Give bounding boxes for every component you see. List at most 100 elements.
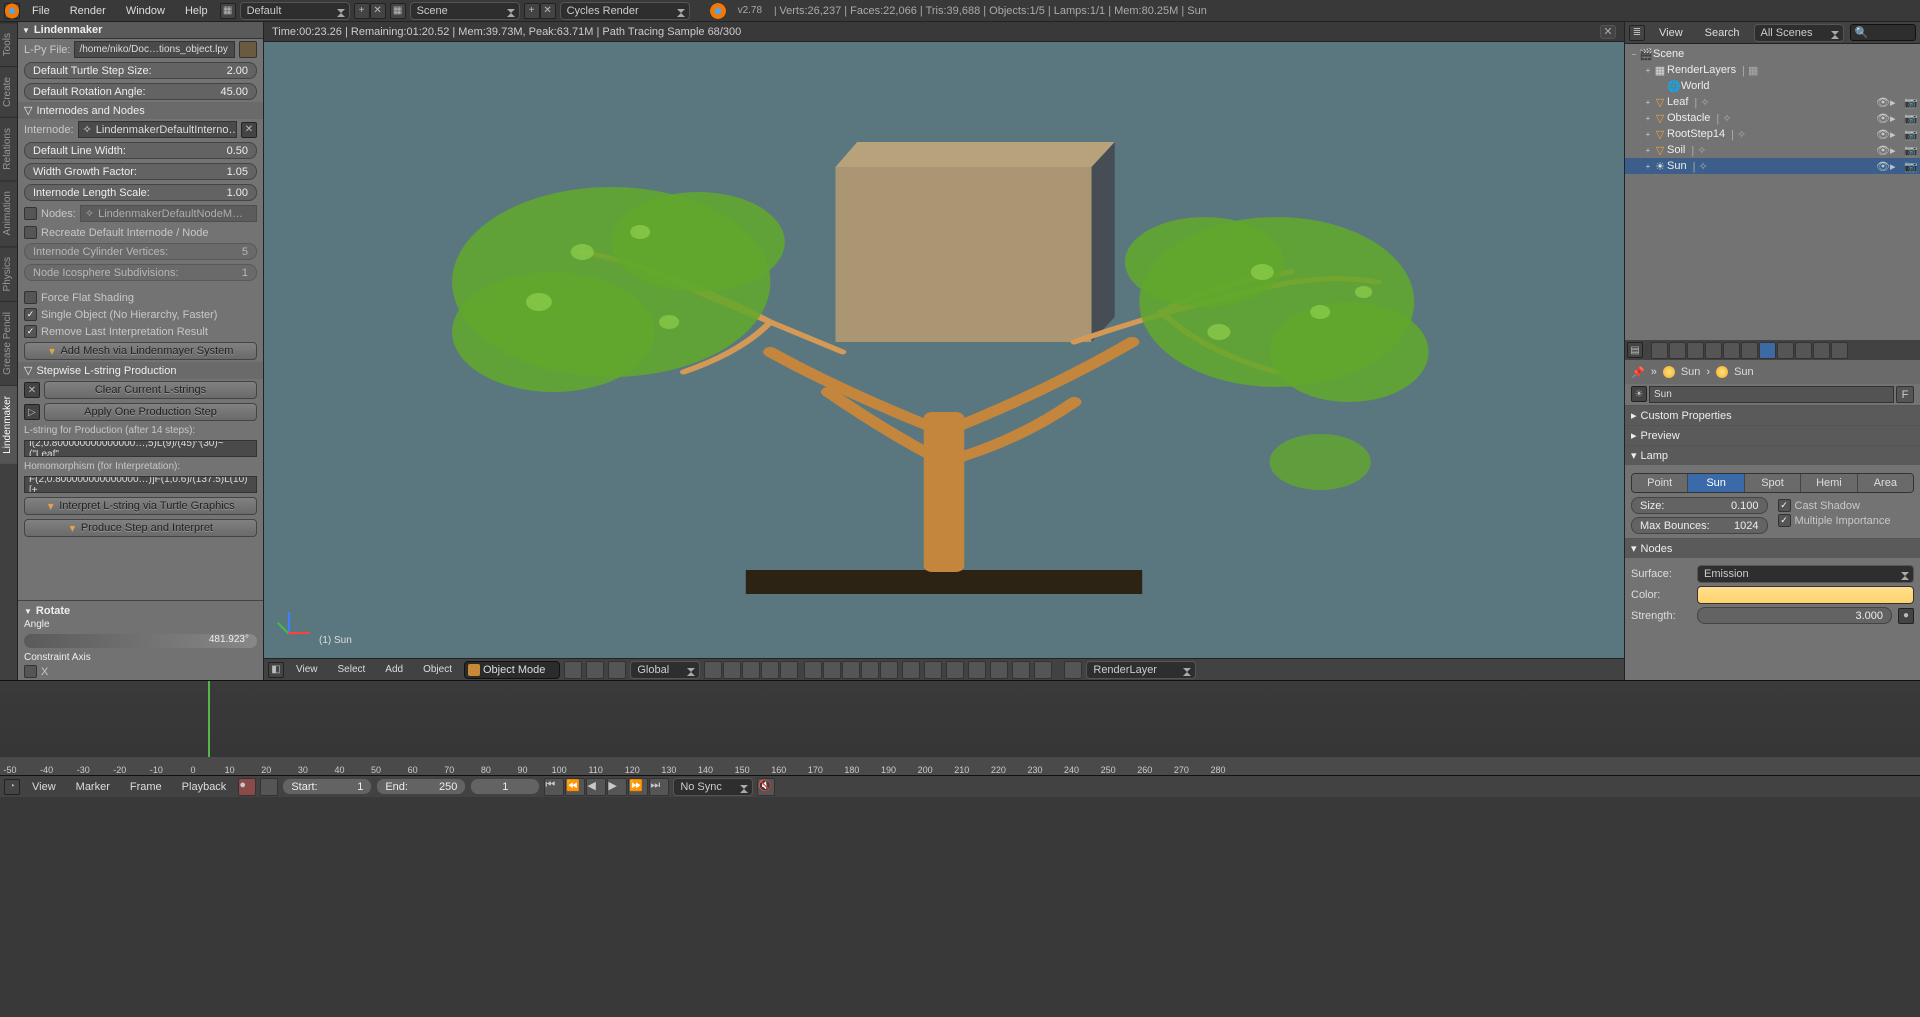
snap-element-icon[interactable] bbox=[968, 661, 986, 679]
produce-button[interactable]: Produce Step and Interpret bbox=[24, 519, 257, 537]
ctx-texture-icon[interactable] bbox=[1795, 342, 1812, 359]
lindenmaker-panel-header[interactable]: ▼Lindenmaker bbox=[18, 22, 263, 39]
rotation-angle-field[interactable]: Default Rotation Angle:45.00 bbox=[24, 83, 257, 100]
fake-user-button[interactable]: F bbox=[1896, 386, 1914, 403]
editor-type-icon[interactable] bbox=[4, 3, 20, 19]
homomorphism-field[interactable]: F(2,0.800000000000000…)]F(1,0.6)/(137.5)… bbox=[24, 476, 257, 493]
timeline-ruler[interactable]: -50-40-30-20-100102030405060708090100110… bbox=[0, 757, 1920, 775]
ctx-render-icon[interactable] bbox=[1651, 342, 1668, 359]
tree-row-soil[interactable]: +▽Soil| ✧👁▸📷 bbox=[1625, 142, 1920, 158]
render-engine-dropdown[interactable]: Cycles Render bbox=[560, 2, 690, 20]
keyframe-prev-icon[interactable]: ⏪ bbox=[565, 778, 585, 796]
tab-grease-pencil[interactable]: Grease Pencil bbox=[0, 301, 17, 385]
apply-step-button[interactable]: Apply One Production Step bbox=[44, 403, 257, 421]
layout-remove-button[interactable]: ✕ bbox=[370, 3, 386, 19]
outliner-editor-icon[interactable]: ≣ bbox=[1629, 25, 1645, 41]
lamp-browse-icon[interactable]: ☀ bbox=[1631, 386, 1647, 402]
playhead[interactable] bbox=[208, 681, 210, 757]
internode-unlink-button[interactable]: ✕ bbox=[241, 122, 257, 138]
strength-node-dot[interactable]: ● bbox=[1898, 608, 1914, 624]
play-icon[interactable]: ▶ bbox=[607, 778, 627, 796]
tab-physics[interactable]: Physics bbox=[0, 246, 17, 301]
snap-target-icon[interactable] bbox=[990, 661, 1008, 679]
lamp-bounces-field[interactable]: Max Bounces:1024 bbox=[1631, 517, 1768, 534]
preview-header[interactable]: ▸Preview bbox=[1625, 426, 1920, 445]
lstring-field[interactable]: I(2,0.800000000000000…,5)L(9)/(45)^(30)~… bbox=[24, 440, 257, 457]
jump-start-icon[interactable]: ⏮ bbox=[544, 778, 564, 796]
vp-menu-add[interactable]: Add bbox=[377, 662, 411, 677]
line-width-field[interactable]: Default Line Width:0.50 bbox=[24, 142, 257, 159]
tab-tools[interactable]: Tools bbox=[0, 22, 17, 66]
lamp-type-point[interactable]: Point bbox=[1632, 474, 1688, 492]
start-frame-field[interactable]: Start:1 bbox=[282, 778, 372, 795]
ctx-material-icon[interactable] bbox=[1777, 342, 1794, 359]
stepwise-section-header[interactable]: ▽Stepwise L-string Production bbox=[18, 362, 263, 379]
keying-set-icon[interactable] bbox=[260, 778, 278, 796]
shading-solid-icon[interactable] bbox=[564, 661, 582, 679]
audio-mute-icon[interactable]: 🔇 bbox=[757, 778, 775, 796]
internode-field[interactable]: ✧LindenmakerDefaultInterno… bbox=[78, 121, 237, 138]
interpret-button[interactable]: Interpret L-string via Turtle Graphics bbox=[24, 497, 257, 515]
nodes-checkbox[interactable] bbox=[24, 207, 37, 220]
scene-browse-icon[interactable]: ▦ bbox=[390, 3, 406, 19]
outliner-display-dropdown[interactable]: All Scenes bbox=[1754, 24, 1844, 42]
menu-help[interactable]: Help bbox=[177, 3, 216, 19]
multi-importance-checkbox[interactable] bbox=[1778, 514, 1791, 527]
outliner-menu-search[interactable]: Search bbox=[1697, 25, 1748, 41]
constraint-x-checkbox[interactable] bbox=[24, 665, 37, 678]
ctx-scene-icon[interactable] bbox=[1687, 342, 1704, 359]
lamp-name-field[interactable]: Sun bbox=[1649, 386, 1894, 403]
outliner-tree[interactable]: −🎬Scene+▦RenderLayers| ▦🌐World+▽Leaf| ✧👁… bbox=[1625, 44, 1920, 340]
tree-row-world[interactable]: 🌐World bbox=[1625, 78, 1920, 94]
tab-animation[interactable]: Animation bbox=[0, 180, 17, 245]
tree-row-scene[interactable]: −🎬Scene bbox=[1625, 46, 1920, 62]
tl-menu-marker[interactable]: Marker bbox=[68, 779, 118, 795]
auto-keyframe-icon[interactable]: ● bbox=[238, 778, 256, 796]
lamp-size-field[interactable]: Size:0.100 bbox=[1631, 497, 1768, 514]
tree-row-rootstep14[interactable]: +▽RootStep14| ✧👁▸📷 bbox=[1625, 126, 1920, 142]
tab-create[interactable]: Create bbox=[0, 66, 17, 117]
single-object-checkbox[interactable] bbox=[24, 308, 37, 321]
vp-menu-select[interactable]: Select bbox=[330, 662, 374, 677]
menu-render[interactable]: Render bbox=[62, 3, 114, 19]
render-cancel-button[interactable]: ✕ bbox=[1600, 25, 1616, 39]
tab-relations[interactable]: Relations bbox=[0, 117, 17, 180]
snap-icon[interactable] bbox=[946, 661, 964, 679]
scene-add-button[interactable]: + bbox=[524, 3, 540, 19]
vp-menu-object[interactable]: Object bbox=[415, 662, 460, 677]
file-browse-button[interactable] bbox=[239, 41, 257, 58]
editor-type-3dview-icon[interactable]: ◧ bbox=[268, 662, 284, 678]
ctx-particles-icon[interactable] bbox=[1813, 342, 1830, 359]
ctx-physics-icon[interactable] bbox=[1831, 342, 1848, 359]
strength-field[interactable]: 3.000 bbox=[1697, 607, 1892, 624]
clear-lstrings-icon[interactable]: ✕ bbox=[24, 382, 40, 398]
mode-dropdown[interactable]: Object Mode bbox=[464, 661, 560, 679]
outliner-search[interactable]: 🔍 bbox=[1850, 24, 1916, 41]
ctx-object-icon[interactable] bbox=[1723, 342, 1740, 359]
layers-buttons[interactable] bbox=[704, 661, 898, 679]
keyframe-next-icon[interactable]: ⏩ bbox=[628, 778, 648, 796]
ctx-world-icon[interactable] bbox=[1705, 342, 1722, 359]
scene-dropdown[interactable]: Scene bbox=[410, 2, 520, 20]
screen-layout-dropdown[interactable]: Default bbox=[240, 2, 350, 20]
vp-menu-view[interactable]: View bbox=[288, 662, 326, 677]
pin-icon[interactable]: 📌 bbox=[1631, 366, 1645, 379]
render-result[interactable]: (1) Sun bbox=[264, 42, 1624, 658]
tab-lindenmaker[interactable]: Lindenmaker bbox=[0, 385, 17, 464]
apply-step-icon[interactable]: ▷ bbox=[24, 404, 40, 420]
pivot-icon[interactable] bbox=[586, 661, 604, 679]
lamp-type-spot[interactable]: Spot bbox=[1745, 474, 1801, 492]
timeline-track[interactable]: -50-40-30-20-100102030405060708090100110… bbox=[0, 681, 1920, 775]
nodes-header[interactable]: ▾Nodes bbox=[1625, 539, 1920, 558]
transform-orientation-dropdown[interactable]: Global bbox=[630, 661, 700, 679]
render-slot-dropdown[interactable]: RenderLayer bbox=[1086, 661, 1196, 679]
crumb-data[interactable]: Sun bbox=[1734, 366, 1754, 378]
properties-editor-icon[interactable]: ▤ bbox=[1627, 342, 1643, 358]
menu-file[interactable]: File bbox=[24, 3, 58, 19]
emission-color-swatch[interactable] bbox=[1697, 586, 1914, 604]
lamp-type-hemi[interactable]: Hemi bbox=[1801, 474, 1857, 492]
end-frame-field[interactable]: End:250 bbox=[376, 778, 466, 795]
outliner-menu-view[interactable]: View bbox=[1651, 25, 1691, 41]
tree-row-renderlayers[interactable]: +▦RenderLayers| ▦ bbox=[1625, 62, 1920, 78]
slot-browse-icon[interactable] bbox=[1064, 661, 1082, 679]
